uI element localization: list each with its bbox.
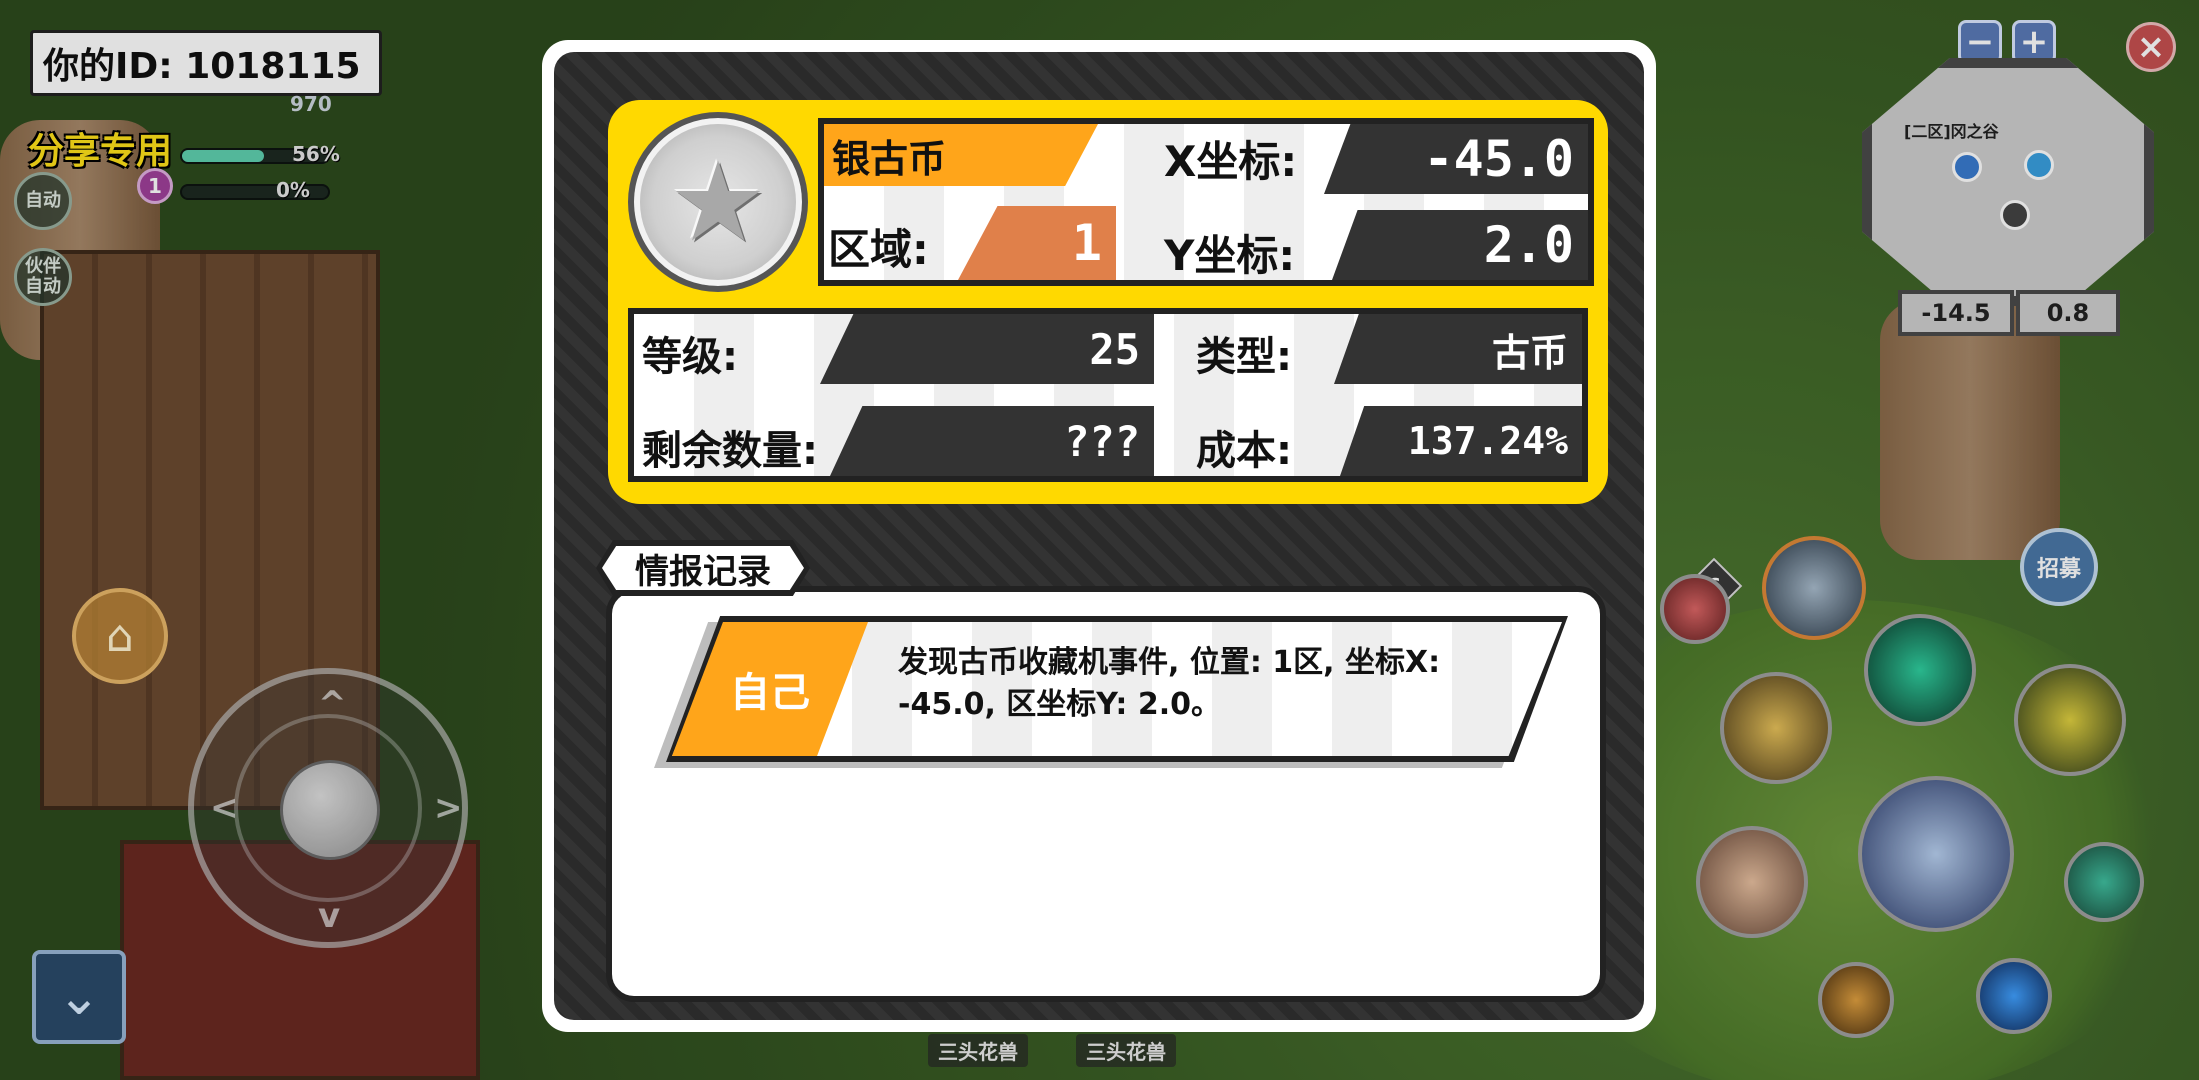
modal-frame: ★ 银古币 X坐标: -45.0 区域: 1 Y坐标: 2.0 等级: 25 类…	[554, 52, 1644, 1020]
zone-value: 1	[958, 206, 1116, 280]
y-coord-label: Y坐标:	[1164, 231, 1296, 280]
coin-position-inner: 银古币 X坐标: -45.0 区域: 1 Y坐标: 2.0	[824, 124, 1588, 280]
type-label: 类型:	[1196, 334, 1292, 380]
type-value: 古币	[1334, 314, 1582, 384]
x-coord-value: -45.0	[1324, 124, 1588, 194]
coin-card: ★ 银古币 X坐标: -45.0 区域: 1 Y坐标: 2.0 等级: 25 类…	[608, 100, 1608, 504]
record-text: 发现古币收藏机事件, 位置: 1区, 坐标X: -45.0, 区坐标Y: 2.0…	[898, 645, 1441, 722]
coin-name: 银古币	[824, 124, 1098, 186]
coin-info-modal: ★ 银古币 X坐标: -45.0 区域: 1 Y坐标: 2.0 等级: 25 类…	[542, 40, 1656, 1032]
silver-coin-icon: ★	[628, 112, 808, 292]
intel-record-panel[interactable]: 自己 发现古币收藏机事件, 位置: 1区, 坐标X: -45.0, 区坐标Y: …	[606, 586, 1606, 1002]
coin-stats-inner: 等级: 25 类型: 古币 剩余数量: ??? 成本: 137.24%	[634, 314, 1582, 476]
star-icon: ★	[668, 138, 768, 266]
cost-value: 137.24%	[1340, 406, 1582, 476]
remaining-value: ???	[830, 406, 1154, 476]
level-value: 25	[820, 314, 1154, 384]
zone-label: 区域:	[828, 225, 929, 274]
tab-intel-record-label: 情报记录	[602, 546, 804, 590]
tab-intel-record[interactable]: 情报记录	[596, 540, 810, 596]
intel-record-row[interactable]: 自己 发现古币收藏机事件, 位置: 1区, 坐标X: -45.0, 区坐标Y: …	[654, 616, 1568, 768]
remaining-label: 剩余数量:	[642, 428, 818, 474]
coin-position-block: 银古币 X坐标: -45.0 区域: 1 Y坐标: 2.0	[818, 118, 1594, 286]
coin-stats-block: 等级: 25 类型: 古币 剩余数量: ??? 成本: 137.24%	[628, 308, 1588, 482]
x-coord-label: X坐标:	[1164, 137, 1298, 186]
y-coord-value: 2.0	[1332, 210, 1588, 280]
level-label: 等级:	[642, 334, 738, 380]
cost-label: 成本:	[1196, 428, 1292, 474]
